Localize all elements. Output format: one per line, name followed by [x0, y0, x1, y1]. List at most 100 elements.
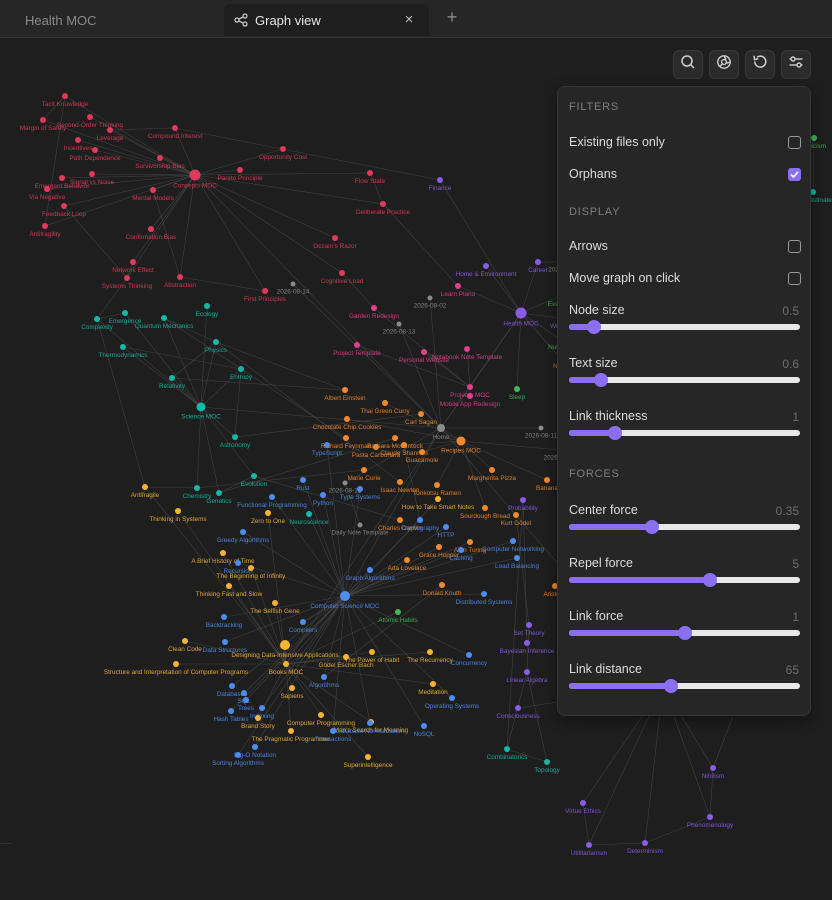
graph-node[interactable]: Thinking Fast and Slow — [196, 583, 263, 598]
link-thickness-slider[interactable] — [569, 425, 800, 441]
graph-node[interactable]: Backtracking — [206, 614, 243, 629]
graph-node[interactable]: Science MOC — [181, 402, 221, 421]
graph-node-dot[interactable] — [182, 638, 188, 644]
graph-node[interactable]: How to Take Smart Notes — [402, 496, 474, 511]
graph-node[interactable]: Virtue Ethics — [565, 800, 601, 815]
graph-node-dot[interactable] — [124, 275, 130, 281]
graph-node-dot[interactable] — [120, 344, 126, 350]
graph-node-dot[interactable] — [367, 567, 373, 573]
graph-node[interactable]: Designing Data-Intensive Applications — [231, 640, 339, 659]
graph-node-dot[interactable] — [544, 759, 550, 765]
graph-node-dot[interactable] — [289, 685, 295, 691]
slider-thumb[interactable] — [608, 426, 623, 440]
graph-node-dot[interactable] — [455, 283, 461, 289]
graph-node[interactable]: Functional Programming — [237, 494, 307, 509]
graph-node[interactable]: 2026-08-14 — [277, 281, 310, 296]
graph-node-dot[interactable] — [300, 477, 306, 483]
graph-node[interactable]: Cryptography — [401, 517, 440, 532]
graph-node-dot[interactable] — [343, 435, 349, 441]
graph-node[interactable]: Opportunity Cost — [259, 146, 307, 161]
graph-node-dot[interactable] — [318, 712, 324, 718]
graph-node-dot[interactable] — [419, 449, 425, 455]
graph-node-dot[interactable] — [524, 640, 530, 646]
graph-node[interactable]: Determinism — [627, 840, 663, 855]
graph-node-dot[interactable] — [371, 305, 377, 311]
graph-node-dot[interactable] — [221, 614, 227, 620]
graph-node[interactable]: Set Theory — [513, 622, 545, 637]
graph-node-dot[interactable] — [367, 720, 373, 726]
graph-node-dot[interactable] — [483, 263, 489, 269]
graph-node-dot[interactable] — [586, 842, 592, 848]
graph-node[interactable]: Project Template — [333, 342, 381, 357]
graph-node-dot[interactable] — [251, 473, 257, 479]
graph-node-dot[interactable] — [252, 744, 258, 750]
graph-node-dot[interactable] — [169, 375, 175, 381]
graph-node[interactable]: Second-Order Thinking — [57, 114, 123, 129]
graph-node-dot[interactable] — [229, 683, 235, 689]
graph-node-dot[interactable] — [122, 310, 128, 316]
graph-node[interactable]: Deliberate Practice — [356, 201, 410, 216]
graph-node[interactable]: Phenomenology — [687, 814, 734, 829]
graph-node-dot[interactable] — [427, 649, 433, 655]
graph-node[interactable]: Distributed Systems — [456, 591, 513, 606]
graph-node[interactable]: Zero to One — [251, 510, 286, 525]
graph-node-dot[interactable] — [397, 517, 403, 523]
graph-node[interactable]: Learn Piano — [441, 283, 476, 298]
slider-thumb[interactable] — [677, 626, 692, 640]
graph-node[interactable]: Banana — [536, 477, 558, 492]
graph-node-dot[interactable] — [417, 517, 423, 523]
graph-node-dot[interactable] — [342, 387, 348, 393]
graph-node-dot[interactable] — [458, 547, 464, 553]
graph-node-dot[interactable] — [290, 281, 296, 287]
graph-node-dot[interactable] — [354, 342, 360, 348]
graph-node-dot[interactable] — [520, 497, 526, 503]
graph-node-dot[interactable] — [240, 529, 246, 535]
graph-node-dot[interactable] — [283, 661, 289, 667]
graph-node[interactable]: Garden Redesign — [349, 305, 400, 320]
graph-node[interactable]: 2026-08-12 — [329, 480, 362, 495]
graph-node[interactable]: Donald Knuth — [423, 582, 462, 597]
graph-node-dot[interactable] — [513, 512, 519, 518]
graph-node[interactable]: Superintelligence — [343, 754, 393, 769]
graph-node-dot[interactable] — [443, 524, 449, 530]
graph-node[interactable]: Health MOC — [503, 307, 539, 328]
graph-node-dot[interactable] — [435, 496, 441, 502]
graph-node[interactable]: Finance — [429, 177, 452, 192]
slider-thumb[interactable] — [587, 320, 602, 334]
existing-files-checkbox[interactable] — [788, 136, 801, 149]
link-force-slider[interactable] — [569, 625, 800, 641]
graph-node-dot[interactable] — [332, 235, 338, 241]
graph-node[interactable]: Antifragile — [131, 484, 160, 499]
graph-node-dot[interactable] — [75, 137, 81, 143]
slider-thumb[interactable] — [645, 520, 660, 534]
graph-node-dot[interactable] — [324, 442, 330, 448]
graph-node-dot[interactable] — [535, 259, 541, 265]
graph-node[interactable]: Margin of Safety — [20, 117, 67, 132]
graph-node-dot[interactable] — [367, 170, 373, 176]
graph-node[interactable]: Computer Networking — [482, 538, 544, 553]
graph-node-dot[interactable] — [466, 652, 472, 658]
repel-force-slider[interactable] — [569, 572, 800, 588]
graph-node-dot[interactable] — [235, 560, 241, 566]
graph-node[interactable]: NoSQL — [414, 723, 435, 738]
graph-node[interactable]: Mobile App Redesign — [440, 393, 501, 408]
graph-node-dot[interactable] — [526, 622, 532, 628]
graph-node-dot[interactable] — [204, 303, 210, 309]
tab-graph-view[interactable]: Graph view × — [224, 4, 429, 36]
graph-node-dot[interactable] — [515, 307, 527, 319]
graph-node-dot[interactable] — [300, 619, 306, 625]
graph-node-dot[interactable] — [172, 125, 178, 131]
graph-node-dot[interactable] — [430, 681, 436, 687]
graph-node-dot[interactable] — [280, 146, 286, 152]
graph-node[interactable]: Consciousness — [496, 705, 540, 720]
graph-node-dot[interactable] — [280, 640, 290, 650]
graph-node-dot[interactable] — [514, 386, 520, 392]
graph-node[interactable]: Evolution — [241, 473, 268, 488]
graph-node-dot[interactable] — [467, 384, 473, 390]
graph-node-dot[interactable] — [504, 746, 510, 752]
graph-node-dot[interactable] — [177, 274, 183, 280]
tab-health-moc[interactable]: Health MOC — [0, 4, 222, 36]
graph-node-dot[interactable] — [437, 424, 445, 432]
graph-node[interactable]: Antifragility — [29, 223, 61, 238]
graph-node-dot[interactable] — [380, 201, 386, 207]
